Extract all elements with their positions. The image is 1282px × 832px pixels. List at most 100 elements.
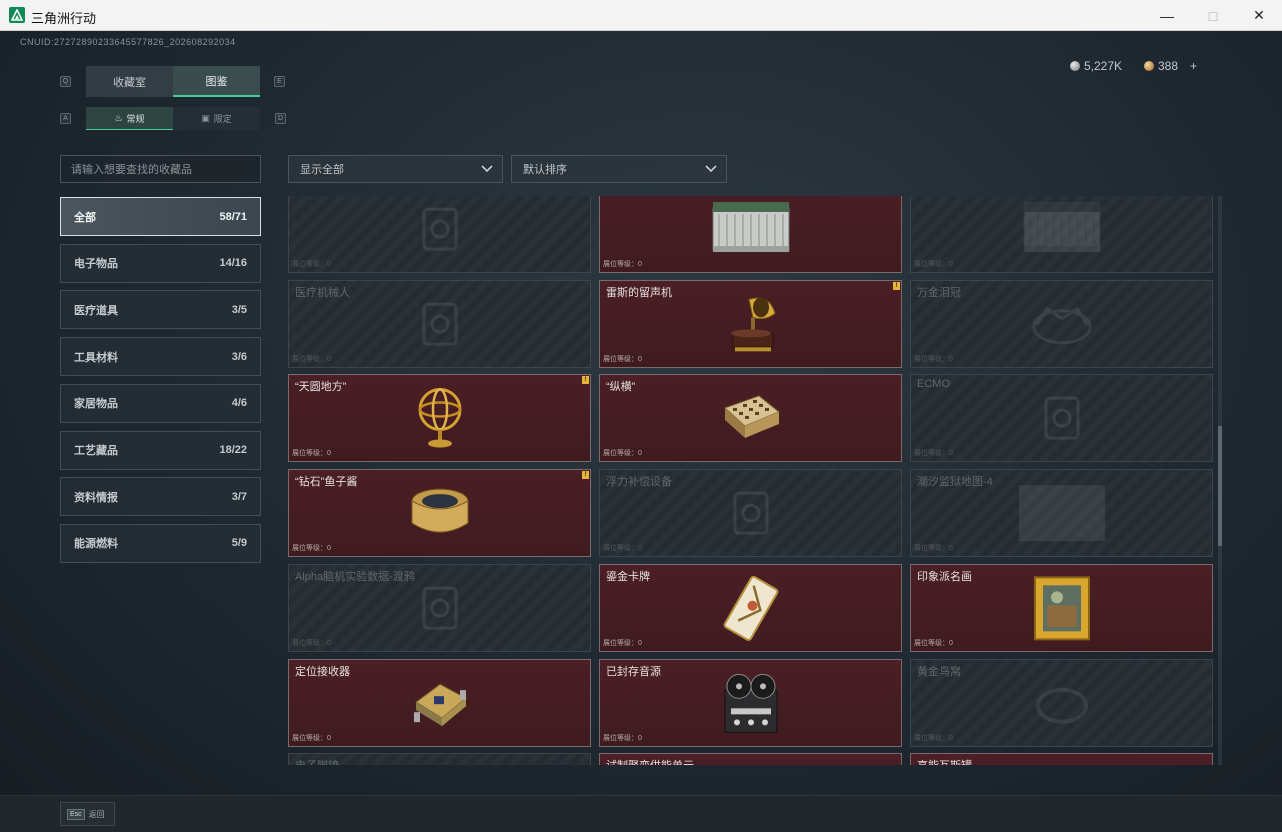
- item-image: [719, 670, 783, 741]
- esc-key-hint: Esc: [67, 808, 85, 820]
- item-booth-level: 展位等级：0: [603, 639, 642, 647]
- window-titlebar: 三角洲行动 — □ ✕: [0, 0, 1282, 31]
- item-image: [410, 294, 470, 359]
- item-name: “天圆地方”: [295, 381, 347, 394]
- subtab-regular[interactable]: ♨ 常规: [86, 107, 173, 130]
- category-item[interactable]: 资料情报 3/7: [60, 477, 261, 517]
- item-name: 高能瓦斯罐: [917, 757, 972, 765]
- tab-catalog[interactable]: 图鉴: [173, 66, 260, 97]
- item-grid: 展位等级：0 展位等级：0 展位等级：0 医疗机械人 展位等级：0 雷斯的留声机 展位等级：…: [288, 196, 1214, 765]
- search-input[interactable]: 请输入想要查找的收藏品: [60, 155, 261, 183]
- item-booth-level: 展位等级：0: [914, 261, 953, 268]
- item-name: 鎏金卡牌: [606, 570, 650, 583]
- collection-item-card[interactable]: 电子脚镣: [288, 753, 591, 765]
- item-name: “纵横”: [606, 381, 636, 394]
- category-item[interactable]: 全部 58/71: [60, 197, 261, 236]
- item-name: 雷斯的留声机: [606, 286, 672, 299]
- keyhint-tab-left: Q: [60, 76, 71, 87]
- chevron-down-icon: [705, 165, 717, 173]
- category-item[interactable]: 家居物品 4/6: [60, 383, 261, 423]
- collection-item-card[interactable]: 已封存音源 展位等级：0: [599, 658, 902, 747]
- category-item[interactable]: 工具材料 3/6: [60, 337, 261, 377]
- item-image: [1032, 388, 1092, 453]
- category-item[interactable]: 能源燃料 5/9: [60, 523, 261, 563]
- collection-item-card[interactable]: 定位接收器 展位等级：0: [288, 658, 591, 747]
- sort-dropdown[interactable]: 默认排序: [511, 155, 727, 183]
- item-name: “钻石”鱼子酱: [295, 476, 358, 489]
- collection-item-card[interactable]: “天圆地方” 展位等级：0!: [288, 374, 591, 463]
- item-booth-level: 展位等级：0: [914, 545, 953, 553]
- item-name: 浮力补偿设备: [606, 476, 672, 489]
- category-count: 3/5: [231, 303, 247, 316]
- collection-item-card[interactable]: “纵横” 展位等级：0: [599, 374, 902, 463]
- collection-item-card[interactable]: 医疗机械人展位等级：0: [288, 279, 591, 368]
- tab-collection-room[interactable]: 收藏室: [86, 66, 173, 97]
- keyhint-sub-right: D: [275, 113, 286, 124]
- item-name: Alpha脑机实验数据-渡鸦: [295, 570, 415, 583]
- silver-currency: 5,227K: [1070, 59, 1122, 73]
- item-image: [718, 575, 784, 646]
- user-id-label: CNUID:27272890233645577826_202608292034: [20, 37, 236, 47]
- collection-screen: CNUID:27272890233645577826_202608292034 …: [0, 31, 1282, 832]
- item-booth-level: 展位等级：0: [603, 355, 642, 363]
- frame-icon: ▣: [201, 113, 210, 123]
- item-image: [408, 672, 472, 739]
- collection-item-card[interactable]: 展位等级：0: [910, 196, 1213, 273]
- subtab-limited[interactable]: ▣ 限定: [173, 107, 260, 130]
- category-count: 4/6: [231, 397, 247, 410]
- display-filter-dropdown[interactable]: 显示全部: [288, 155, 503, 183]
- close-icon[interactable]: ✕: [1236, 0, 1282, 31]
- item-image: [1018, 200, 1106, 263]
- collection-item-card[interactable]: 雷斯的留声机 展位等级：0!: [599, 279, 902, 368]
- item-name: 定位接收器: [295, 665, 350, 678]
- item-image: [1027, 298, 1097, 353]
- item-image: [707, 200, 795, 263]
- category-count: 58/71: [219, 210, 247, 223]
- category-label: 电子物品: [74, 258, 118, 271]
- collection-item-card[interactable]: 潮汐监狱地图-4 展位等级：0: [910, 469, 1213, 558]
- item-booth-level: 展位等级：0: [292, 545, 331, 553]
- item-image: [408, 483, 472, 548]
- category-count: 5/9: [231, 537, 247, 550]
- category-label: 家居物品: [74, 398, 118, 411]
- scrollbar-thumb[interactable]: [1218, 426, 1222, 546]
- item-booth-level: 展位等级：0: [292, 355, 331, 363]
- grid-scrollbar[interactable]: [1218, 196, 1222, 765]
- collection-item-card[interactable]: 鎏金卡牌展位等级：0: [599, 563, 902, 652]
- add-currency-button[interactable]: +: [1190, 59, 1197, 73]
- collection-item-card[interactable]: 展位等级：0: [599, 196, 902, 273]
- item-booth-level: 展位等级：0: [914, 734, 953, 742]
- category-item[interactable]: 电子物品 14/16: [60, 243, 261, 283]
- collection-item-card[interactable]: 黄金鸟窝 展位等级：0: [910, 658, 1213, 747]
- item-name: 万金泪冠: [917, 286, 961, 299]
- item-booth-level: 展位等级：0: [914, 355, 953, 363]
- footer-bar: Esc 返回: [0, 795, 1282, 832]
- item-booth-level: 展位等级：0: [603, 450, 642, 458]
- minimize-icon[interactable]: —: [1144, 0, 1190, 31]
- item-booth-level: 展位等级：0: [292, 261, 331, 268]
- back-label: 返回: [88, 809, 105, 819]
- main-tabs: 收藏室 图鉴: [86, 66, 260, 97]
- category-item[interactable]: 工艺藏品 18/22: [60, 430, 261, 470]
- subtab-regular-label: 常规: [126, 113, 145, 124]
- collection-item-card[interactable]: ECMO 展位等级：0: [910, 374, 1213, 463]
- collection-item-card[interactable]: 浮力补偿设备 展位等级：0: [599, 469, 902, 558]
- new-alert-icon: !: [582, 376, 589, 385]
- collection-item-card[interactable]: 展位等级：0: [288, 196, 591, 273]
- collection-item-card[interactable]: 试制聚变供能单元: [599, 753, 902, 765]
- item-image: [410, 199, 470, 264]
- item-booth-level: 展位等级：0: [914, 639, 953, 647]
- back-button[interactable]: Esc 返回: [60, 802, 115, 826]
- collection-item-card[interactable]: 万金泪冠展位等级：0: [910, 279, 1213, 368]
- category-item[interactable]: 医疗道具 3/5: [60, 290, 261, 330]
- new-alert-icon: !: [582, 471, 589, 480]
- collection-item-card[interactable]: 印象派名画 展位等级：0: [910, 563, 1213, 652]
- collection-item-card[interactable]: 高能瓦斯罐: [910, 753, 1213, 765]
- item-name: 试制聚变供能单元: [606, 757, 694, 765]
- category-label: 全部: [74, 211, 96, 224]
- collection-item-card[interactable]: “钻石”鱼子酱展位等级：0!: [288, 469, 591, 558]
- maximize-icon[interactable]: □: [1190, 0, 1236, 31]
- collection-item-card[interactable]: Alpha脑机实验数据-渡鸦 展位等级：0: [288, 563, 591, 652]
- item-name: 医疗机械人: [295, 286, 350, 299]
- sub-tabs: ♨ 常规 ▣ 限定: [86, 107, 260, 130]
